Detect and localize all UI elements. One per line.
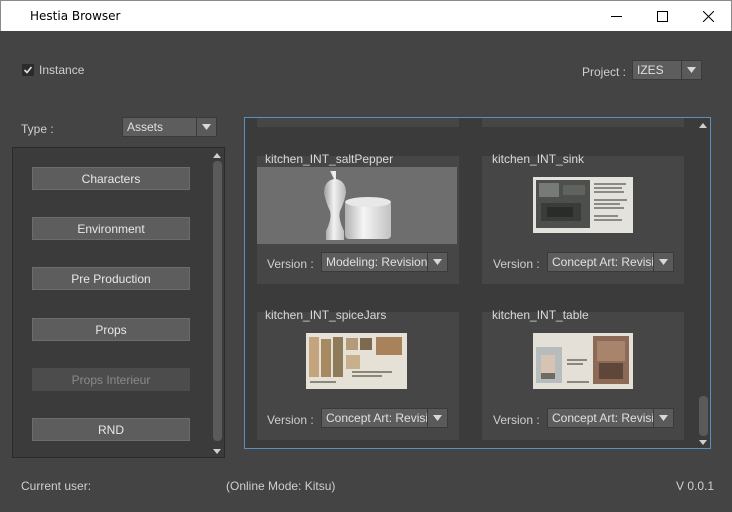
version-value: Concept Art: Revisio	[326, 411, 427, 425]
asset-name: kitchen_INT_table	[492, 308, 589, 322]
asset-thumbnail[interactable]	[533, 177, 633, 233]
asset-card-partial	[482, 118, 684, 127]
category-environment-button[interactable]: Environment	[32, 217, 190, 240]
scrollbar-thumb[interactable]	[699, 396, 708, 436]
asset-card-table[interactable]: kitchen_INT_table Version : Concept Art:…	[482, 308, 684, 440]
salt-pepper-image	[257, 167, 457, 244]
asset-thumbnail[interactable]	[533, 333, 633, 389]
minimize-button[interactable]	[593, 1, 639, 32]
title-bar: Hestia Browser	[0, 0, 732, 31]
version-value: Concept Art: Revisio	[552, 255, 653, 269]
chevron-down-icon	[681, 61, 701, 79]
version-label: Version :	[493, 413, 540, 427]
project-dropdown[interactable]: IZES	[632, 60, 702, 80]
asset-name: kitchen_INT_spiceJars	[265, 308, 387, 322]
chevron-down-icon	[653, 409, 673, 427]
online-mode-status: (Online Mode: Kitsu)	[226, 479, 336, 493]
type-value: Assets	[127, 120, 164, 134]
asset-thumbnail[interactable]	[257, 167, 457, 244]
category-rnd-button[interactable]: RND	[32, 418, 190, 441]
minimize-icon	[610, 16, 622, 17]
maximize-button[interactable]	[639, 1, 685, 32]
scroll-up-icon[interactable]	[212, 151, 222, 159]
version-value: Concept Art: Revisio	[552, 411, 653, 425]
maximize-icon	[656, 11, 668, 22]
scroll-down-icon[interactable]	[212, 447, 222, 455]
version-label: Version :	[267, 257, 314, 271]
spice-jars-concept-image	[306, 333, 407, 389]
instance-toggle[interactable]: Instance	[22, 63, 84, 77]
sink-concept-image	[533, 177, 633, 233]
scroll-up-icon[interactable]	[698, 121, 708, 129]
project-value: IZES	[637, 63, 664, 77]
scrollbar-thumb[interactable]	[213, 161, 222, 441]
asset-card-sink[interactable]: kitchen_INT_sink Version : Concept Art: …	[482, 152, 684, 284]
scroll-down-icon[interactable]	[698, 438, 708, 446]
asset-card-partial	[257, 118, 459, 127]
close-icon	[702, 11, 714, 22]
asset-scrollbar[interactable]	[696, 118, 710, 448]
category-props-interieur-button: Props Interieur	[32, 368, 190, 391]
version-label: Version :	[493, 257, 540, 271]
version-dropdown[interactable]: Concept Art: Revisio	[547, 408, 674, 428]
version-dropdown[interactable]: Modeling: Revision	[321, 252, 448, 272]
chevron-down-icon	[653, 253, 673, 271]
asset-name: kitchen_INT_sink	[492, 152, 585, 166]
chevron-down-icon	[427, 253, 447, 271]
category-list: Characters Environment Pre Production Pr…	[12, 147, 225, 458]
current-user-label: Current user:	[21, 479, 92, 493]
asset-card-saltpepper[interactable]: kitchen_INT_saltPepper Version : Modelin…	[257, 152, 459, 284]
category-pre-production-button[interactable]: Pre Production	[32, 267, 190, 290]
type-label: Type :	[21, 122, 54, 136]
asset-card-spicejars[interactable]: kitchen_INT_spiceJars Version : Concept …	[257, 308, 459, 440]
version-label: Version :	[267, 413, 314, 427]
type-dropdown[interactable]: Assets	[122, 117, 217, 137]
checkmark-icon	[23, 66, 33, 74]
version-value: Modeling: Revision	[326, 255, 427, 269]
asset-name: kitchen_INT_saltPepper	[265, 152, 394, 166]
asset-grid: kitchen_INT_saltPepper Version : Modelin…	[244, 117, 711, 449]
window-title: Hestia Browser	[30, 9, 121, 23]
app-version: V 0.0.1	[676, 479, 715, 493]
project-label: Project :	[582, 65, 627, 79]
asset-thumbnail[interactable]	[306, 333, 407, 389]
instance-label: Instance	[39, 63, 85, 77]
category-props-button[interactable]: Props	[32, 318, 190, 341]
version-dropdown[interactable]: Concept Art: Revisio	[547, 252, 674, 272]
chevron-down-icon	[196, 118, 216, 136]
instance-checkbox[interactable]	[22, 64, 34, 76]
version-dropdown[interactable]: Concept Art: Revisio	[321, 408, 448, 428]
chevron-down-icon	[427, 409, 447, 427]
table-concept-image	[533, 333, 633, 389]
category-characters-button[interactable]: Characters	[32, 167, 190, 190]
category-scrollbar[interactable]	[210, 148, 224, 457]
close-button[interactable]	[685, 1, 731, 32]
